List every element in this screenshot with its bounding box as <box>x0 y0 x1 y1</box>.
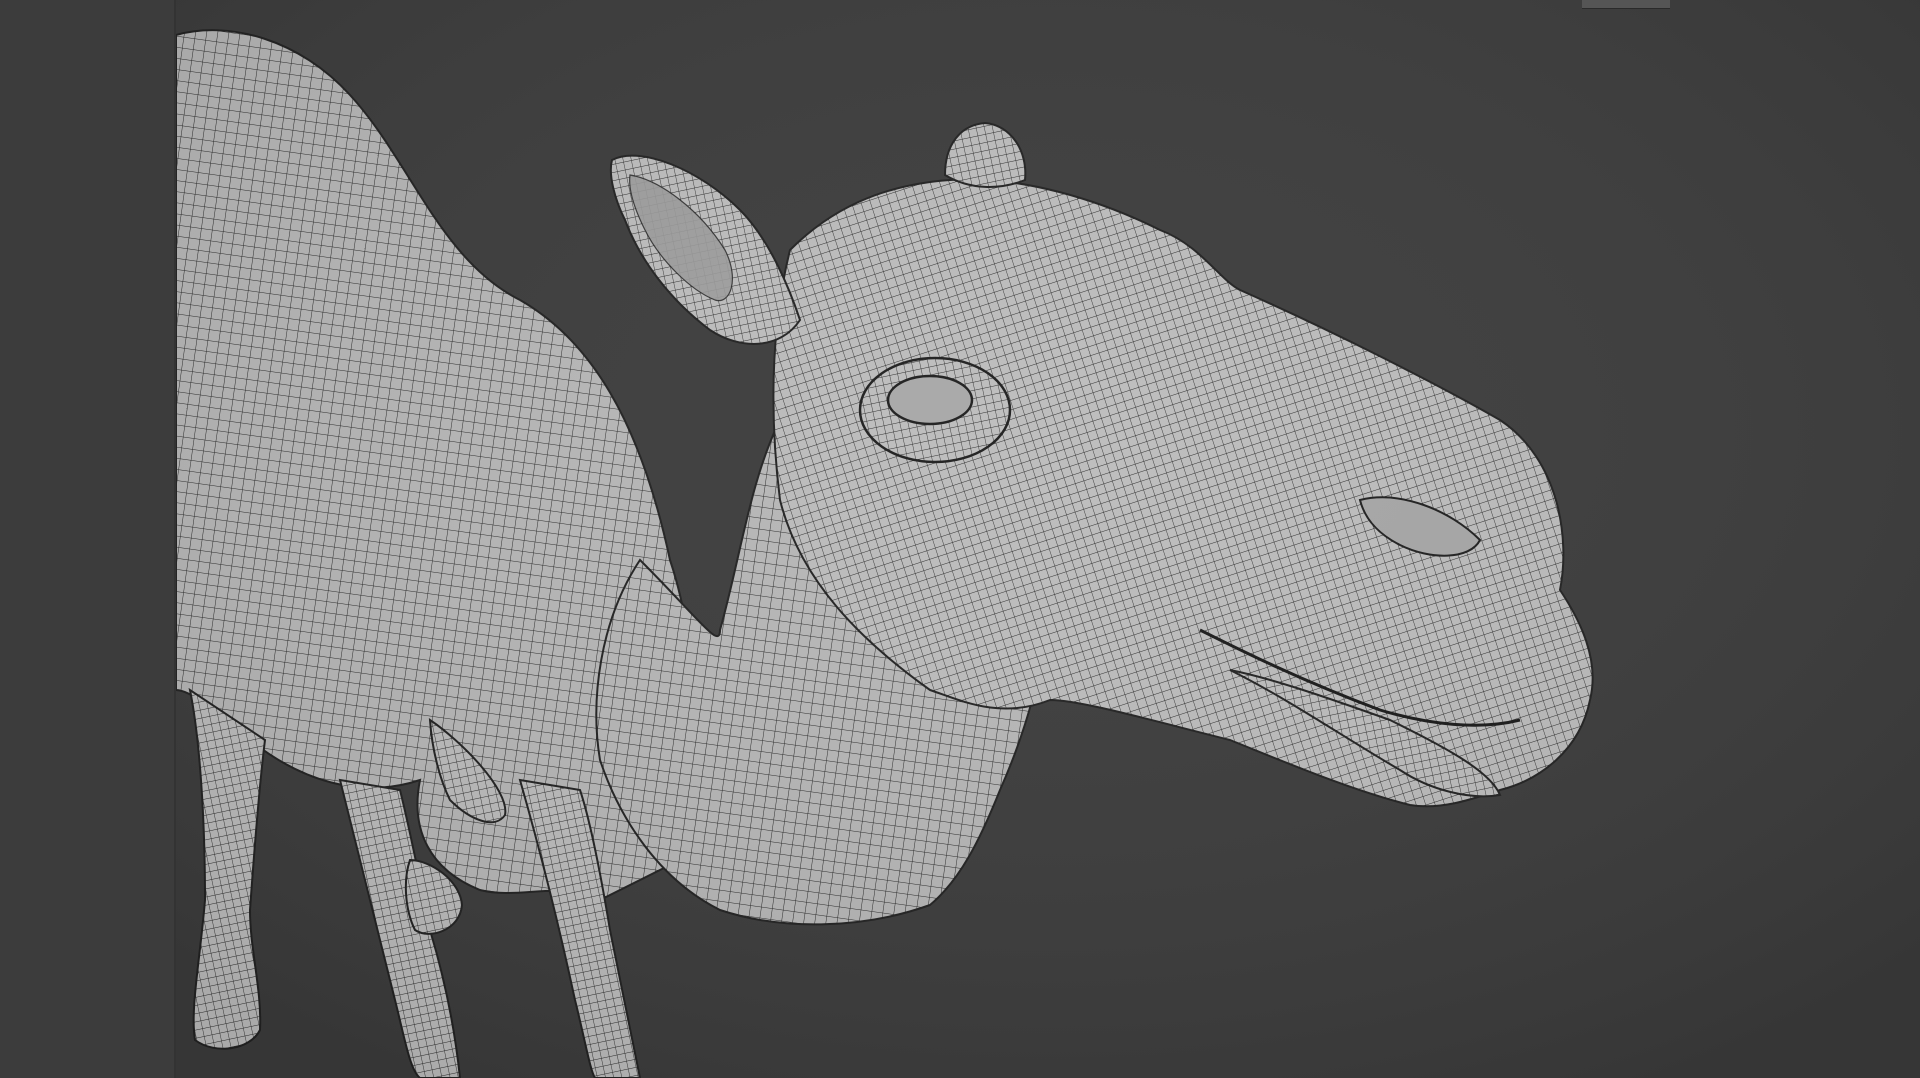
viewport-left-border <box>0 0 176 1078</box>
viewport-header-tab[interactable] <box>1582 0 1670 9</box>
camel-model[interactable] <box>0 0 1920 1078</box>
3d-viewport[interactable] <box>0 0 1920 1078</box>
camel-eye <box>886 374 974 426</box>
camel-ear-right <box>943 121 1027 188</box>
camel-front-leg-left <box>188 687 267 1050</box>
